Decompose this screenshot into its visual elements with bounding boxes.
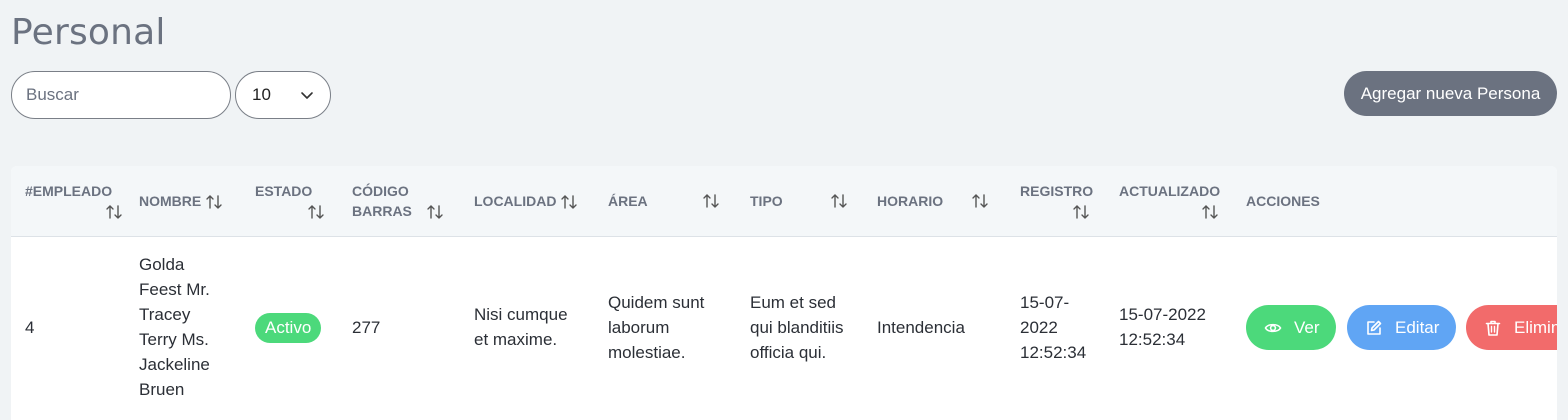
header-label-line2: BARRAS: [352, 203, 412, 219]
page-size-select[interactable]: 10: [235, 71, 331, 119]
header-localidad[interactable]: LOCALIDAD: [474, 191, 578, 211]
view-button-label: Ver: [1294, 317, 1320, 337]
sort-arrows-icon[interactable]: [205, 194, 223, 210]
nombre-line: Golda: [139, 255, 185, 274]
sort-arrows-icon[interactable]: [1072, 204, 1090, 220]
page-title: Personal: [11, 12, 166, 53]
localidad-line: Nisi cumque: [474, 305, 568, 324]
actualizado-line: 12:52:34: [1119, 330, 1186, 349]
cell-empleado: 4: [25, 318, 35, 337]
add-person-button[interactable]: Agregar nueva Persona: [1344, 71, 1557, 116]
sort-arrows-icon[interactable]: [105, 204, 123, 220]
cell-nombre: Golda Feest Mr. Tracey Terry Ms. Jackeli…: [139, 252, 210, 402]
delete-button[interactable]: Eliminar: [1466, 305, 1557, 350]
header-label: LOCALIDAD: [474, 193, 557, 209]
sort-arrows-icon[interactable]: [426, 204, 444, 220]
sort-arrows-icon[interactable]: [830, 193, 848, 209]
eye-icon: [1264, 319, 1282, 337]
tipo-line: Eum et sed: [750, 293, 836, 312]
cell-localidad: Nisi cumque et maxime.: [474, 302, 568, 352]
personal-table: #EMPLEADO NOMBRE ESTADO CÓDIGO BARRAS LO…: [11, 166, 1557, 420]
cell-registro: 15-07- 2022 12:52:34: [1020, 290, 1086, 365]
actualizado-line: 15-07-2022: [1119, 305, 1206, 324]
registro-line: 15-07-: [1020, 293, 1070, 312]
localidad-line: et maxime.: [474, 330, 558, 349]
table-header: #EMPLEADO NOMBRE ESTADO CÓDIGO BARRAS LO…: [11, 166, 1557, 237]
view-button[interactable]: Ver: [1246, 305, 1336, 350]
header-label: HORARIO: [877, 193, 944, 209]
cell-tipo: Eum et sed qui blanditiis officia qui.: [750, 290, 844, 365]
header-label: ESTADO: [255, 183, 313, 199]
header-estado[interactable]: ESTADO: [255, 181, 325, 221]
header-actualizado[interactable]: ACTUALIZADO: [1119, 181, 1221, 221]
header-label-line1: CÓDIGO: [352, 183, 409, 199]
header-nombre[interactable]: NOMBRE: [139, 191, 223, 211]
header-horario[interactable]: HORARIO: [877, 191, 989, 211]
registro-line: 2022: [1020, 318, 1058, 337]
page-size-value: 10: [252, 85, 271, 104]
sort-arrows-icon[interactable]: [702, 193, 720, 209]
header-registro[interactable]: REGISTRO: [1020, 181, 1094, 221]
edit-button-label: Editar: [1395, 317, 1440, 337]
header-label: #EMPLEADO: [25, 183, 113, 199]
trash-icon: [1484, 319, 1502, 337]
header-acciones: ACCIONES: [1246, 191, 1320, 211]
delete-button-label: Eliminar: [1514, 317, 1557, 337]
area-line: molestiae.: [608, 343, 686, 362]
header-label: NOMBRE: [139, 193, 202, 209]
area-line: laborum: [608, 318, 670, 337]
header-area[interactable]: ÁREA: [608, 191, 720, 211]
chevron-down-icon: [300, 88, 314, 102]
nombre-line: Terry Ms.: [139, 330, 209, 349]
nombre-line: Bruen: [139, 380, 185, 399]
registro-line: 12:52:34: [1020, 343, 1087, 362]
search-input[interactable]: [11, 71, 231, 119]
cell-horario: Intendencia: [877, 318, 965, 337]
area-line: Quidem sunt: [608, 293, 705, 312]
header-label: REGISTRO: [1020, 183, 1094, 199]
edit-icon: [1365, 319, 1383, 337]
nombre-line: Feest Mr.: [139, 280, 210, 299]
header-label: ÁREA: [608, 193, 648, 209]
sort-arrows-icon[interactable]: [971, 193, 989, 209]
header-tipo[interactable]: TIPO: [750, 191, 848, 211]
header-empleado[interactable]: #EMPLEADO: [25, 181, 125, 221]
edit-button[interactable]: Editar: [1347, 305, 1456, 350]
header-label: TIPO: [750, 193, 783, 209]
sort-arrows-icon[interactable]: [1201, 204, 1219, 220]
nombre-line: Jackeline: [139, 355, 210, 374]
cell-codigo-barras: 277: [352, 318, 381, 337]
tipo-line: qui blanditiis: [750, 318, 844, 337]
status-badge: Activo: [255, 313, 322, 343]
tipo-line: officia qui.: [750, 343, 827, 362]
cell-actualizado: 15-07-2022 12:52:34: [1119, 302, 1206, 352]
header-codigo-barras[interactable]: CÓDIGO BARRAS: [352, 181, 452, 221]
header-label: ACCIONES: [1246, 193, 1320, 209]
sort-arrows-icon[interactable]: [307, 204, 325, 220]
cell-area: Quidem sunt laborum molestiae.: [608, 290, 704, 365]
sort-arrows-icon[interactable]: [560, 194, 578, 210]
header-label: ACTUALIZADO: [1119, 183, 1221, 199]
nombre-line: Tracey: [139, 305, 191, 324]
